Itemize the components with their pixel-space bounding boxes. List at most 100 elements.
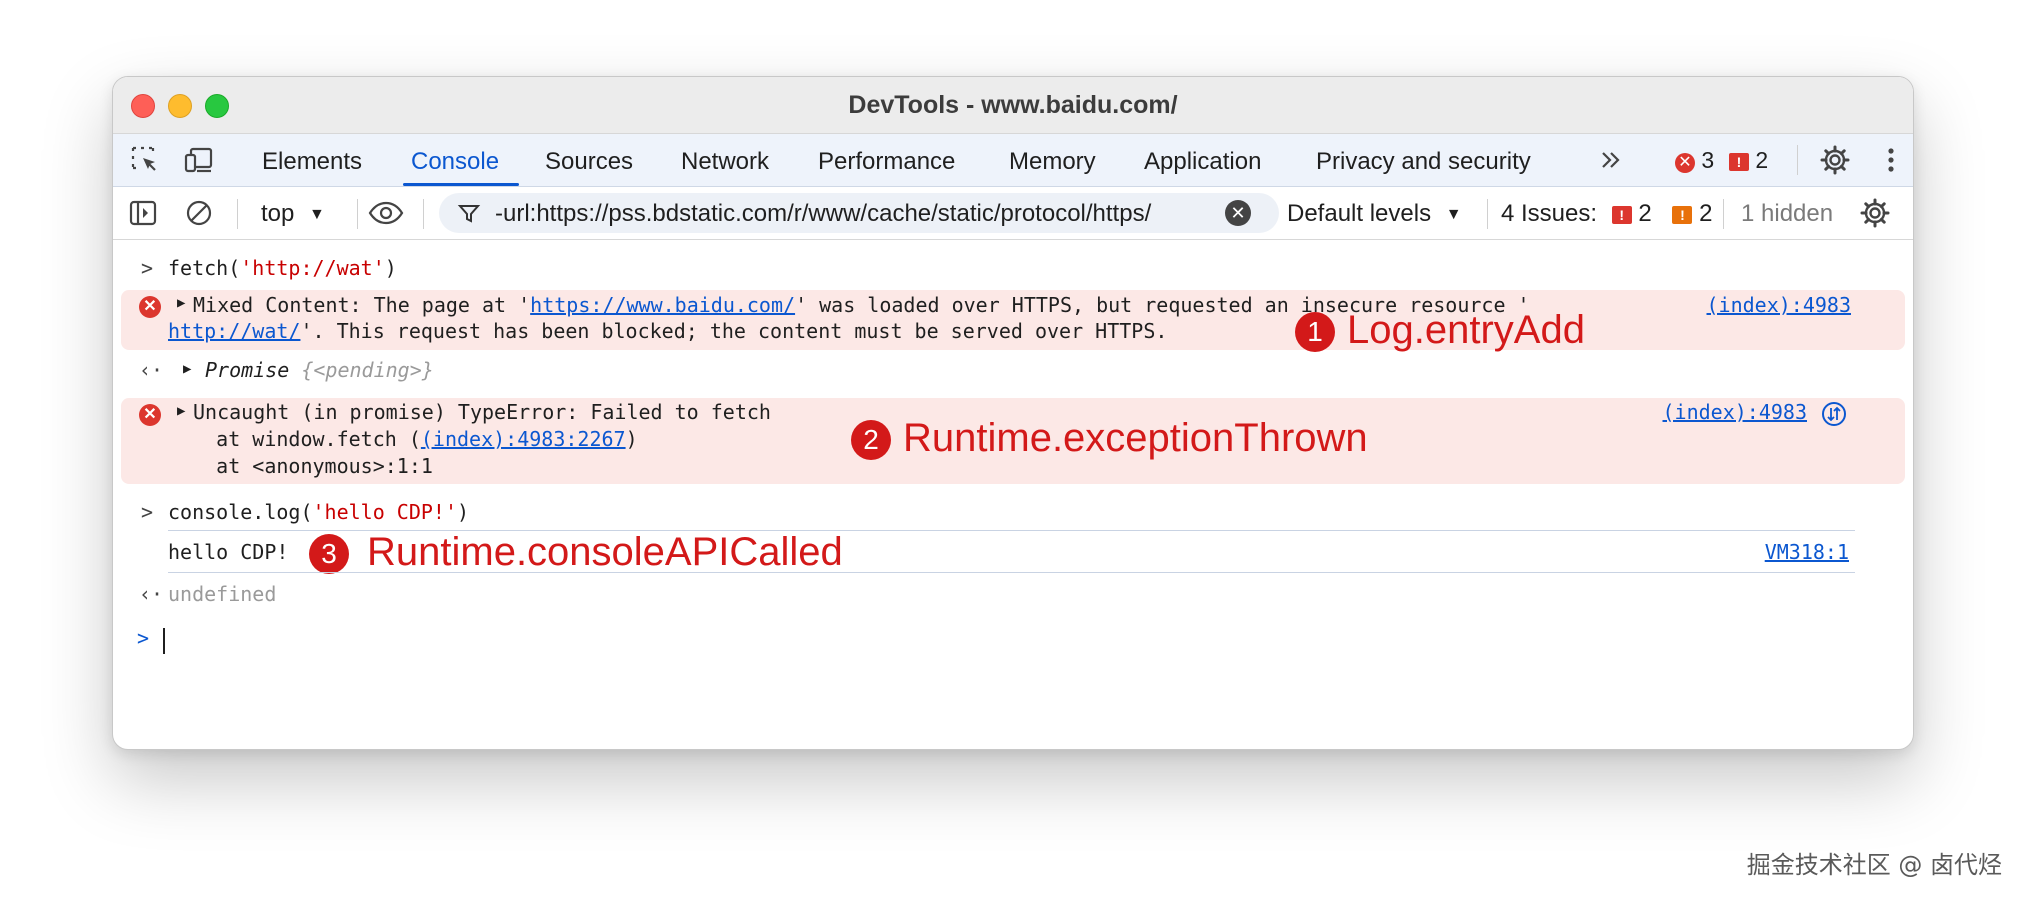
- divider: [1487, 199, 1488, 229]
- more-tabs-chevron-icon[interactable]: [1597, 146, 1625, 174]
- issues-counter[interactable]: 4 Issues: ! 2 ! 2: [1501, 200, 1712, 228]
- settings-gear-icon[interactable]: [1819, 144, 1851, 176]
- issue-error-icon: !: [1611, 206, 1632, 224]
- tab-elements[interactable]: Elements: [262, 148, 362, 176]
- annotation-label: Log.entryAdd: [1347, 308, 1585, 352]
- command-text: fetch('http://wat'): [168, 256, 397, 280]
- annotation-number: 1: [1295, 312, 1335, 352]
- input-chevron-icon: >: [141, 500, 154, 524]
- result-arrow-icon: ‹·: [139, 582, 164, 606]
- annotation-label: Runtime.consoleAPICalled: [367, 530, 843, 574]
- console-messages[interactable]: > fetch('http://wat') ✕ ▶ Mixed Content:…: [113, 240, 1913, 749]
- filter-box[interactable]: -url:https://pss.bdstatic.com/r/www/cach…: [439, 193, 1279, 233]
- result-value: undefined: [168, 582, 277, 606]
- expand-triangle-icon[interactable]: ▶: [177, 403, 185, 419]
- prompt-chevron-icon: >: [137, 626, 150, 650]
- divider: [1797, 145, 1798, 175]
- context-label: top: [261, 200, 295, 227]
- message-count-badge[interactable]: ! 2: [1729, 147, 1768, 174]
- divider: [423, 199, 424, 229]
- resource-url-link[interactable]: http://wat/: [168, 319, 300, 343]
- tab-privacy-and-security[interactable]: Privacy and security: [1316, 148, 1531, 176]
- console-settings-gear-icon[interactable]: [1859, 197, 1891, 229]
- tab-performance[interactable]: Performance: [818, 148, 955, 176]
- text-cursor: [163, 628, 165, 654]
- log-levels-dropdown[interactable]: Default levels ▼: [1287, 200, 1462, 228]
- error-icon: ✕: [139, 296, 161, 318]
- error-count-badge[interactable]: ✕ 3: [1675, 147, 1714, 174]
- panel-tabs-bar: Elements Console Sources Network Perform…: [113, 134, 1913, 187]
- window-title: DevTools - www.baidu.com/: [848, 91, 1178, 119]
- page-url-link[interactable]: https://www.baidu.com/: [530, 293, 795, 317]
- error-text: '. This request has been blocked; the co…: [300, 319, 1168, 343]
- active-tab-indicator: [403, 183, 519, 186]
- console-toolbar: top ▼ -url:https://pss.bdstatic.com/r/ww…: [113, 187, 1913, 240]
- expand-triangle-icon[interactable]: ▶: [183, 361, 191, 377]
- mixed-content-error[interactable]: ✕ ▶ Mixed Content: The page at 'https://…: [121, 290, 1905, 352]
- stack-frame-2: at <anonymous>:1:1: [168, 454, 433, 478]
- command-code: fetch(: [168, 256, 241, 280]
- divider: [237, 199, 238, 229]
- result-state: {<pending>}: [301, 358, 434, 382]
- stack-frame-1: at window.fetch ((index):4983:2267): [168, 427, 638, 451]
- stack-text: ): [625, 427, 638, 451]
- tab-console[interactable]: Console: [411, 148, 499, 176]
- live-expression-eye-icon[interactable]: [367, 197, 405, 229]
- expand-triangle-icon[interactable]: ▶: [177, 295, 185, 311]
- annotation-number: 3: [309, 534, 349, 574]
- error-text: Mixed Content: The page at ': [193, 293, 531, 317]
- issues-label: 4 Issues:: [1501, 200, 1598, 227]
- dropdown-arrow-icon: ▼: [1445, 206, 1462, 223]
- error-message-line1: Mixed Content: The page at 'https://www.…: [193, 293, 1530, 317]
- network-request-icon[interactable]: [1821, 401, 1847, 427]
- result-arrow-icon: ‹·: [139, 358, 164, 382]
- input-chevron-icon: >: [141, 256, 154, 280]
- clear-console-icon[interactable]: [183, 197, 215, 229]
- source-link[interactable]: VM318:1: [1765, 540, 1849, 564]
- command-code: ): [457, 500, 470, 524]
- divider: [357, 199, 358, 229]
- command-string: 'http://wat': [240, 256, 385, 280]
- error-message-line2: http://wat/'. This request has been bloc…: [168, 319, 1167, 343]
- filter-input[interactable]: -url:https://pss.bdstatic.com/r/www/cach…: [495, 200, 1215, 228]
- console-input-entry: > console.log('hello CDP!'): [113, 500, 1913, 528]
- command-text: console.log('hello CDP!'): [168, 500, 469, 524]
- command-code: ): [384, 256, 397, 280]
- show-sidebar-icon[interactable]: [127, 197, 159, 229]
- hidden-messages-count[interactable]: 1 hidden: [1741, 200, 1833, 228]
- annotation-label: Runtime.exceptionThrown: [903, 416, 1368, 460]
- message-flag-icon: !: [1729, 153, 1749, 171]
- console-prompt[interactable]: >: [113, 626, 1913, 658]
- log-text: hello CDP!: [168, 540, 289, 564]
- devtools-window: DevTools - www.baidu.com/ Elements Conso…: [112, 76, 1914, 750]
- command-code: console.log(: [168, 500, 313, 524]
- log-levels-label: Default levels: [1287, 200, 1432, 227]
- annotation-number: 2: [851, 420, 891, 460]
- context-selector[interactable]: top ▼: [261, 200, 325, 228]
- source-link[interactable]: (index):4983: [1707, 293, 1852, 317]
- source-link[interactable]: (index):4983: [1663, 400, 1808, 424]
- tab-sources[interactable]: Sources: [545, 148, 633, 176]
- console-result-entry[interactable]: ‹· ▶ Promise {<pending>}: [113, 358, 1913, 388]
- result-type: Promise: [205, 358, 290, 382]
- watermark: 掘金技术社区 @ 卤代烃: [1746, 851, 2002, 879]
- tab-memory[interactable]: Memory: [1009, 148, 1096, 176]
- filter-funnel-icon: [457, 205, 481, 223]
- clear-filter-icon[interactable]: ✕: [1225, 200, 1251, 226]
- result-value: Promise {<pending>}: [205, 358, 434, 382]
- error-message-line1: Uncaught (in promise) TypeError: Failed …: [193, 400, 771, 424]
- error-count: 3: [1701, 147, 1715, 173]
- uncaught-typeerror[interactable]: ✕ ▶ Uncaught (in promise) TypeError: Fai…: [121, 398, 1905, 484]
- console-log-entry[interactable]: hello CDP! 3 Runtime.consoleAPICalled VM…: [113, 530, 1913, 574]
- command-string: 'hello CDP!': [312, 500, 458, 524]
- tab-application[interactable]: Application: [1144, 148, 1261, 176]
- tab-network[interactable]: Network: [681, 148, 769, 176]
- divider: [1723, 199, 1724, 229]
- console-input-entry: > fetch('http://wat'): [113, 256, 1913, 284]
- more-options-kebab-icon[interactable]: [1875, 144, 1907, 176]
- divider: [168, 572, 1855, 573]
- stack-source-link[interactable]: (index):4983:2267: [421, 427, 626, 451]
- device-toolbar-icon[interactable]: [183, 144, 215, 176]
- inspect-element-icon[interactable]: [129, 144, 161, 176]
- issue-warning-count: 2: [1699, 200, 1713, 227]
